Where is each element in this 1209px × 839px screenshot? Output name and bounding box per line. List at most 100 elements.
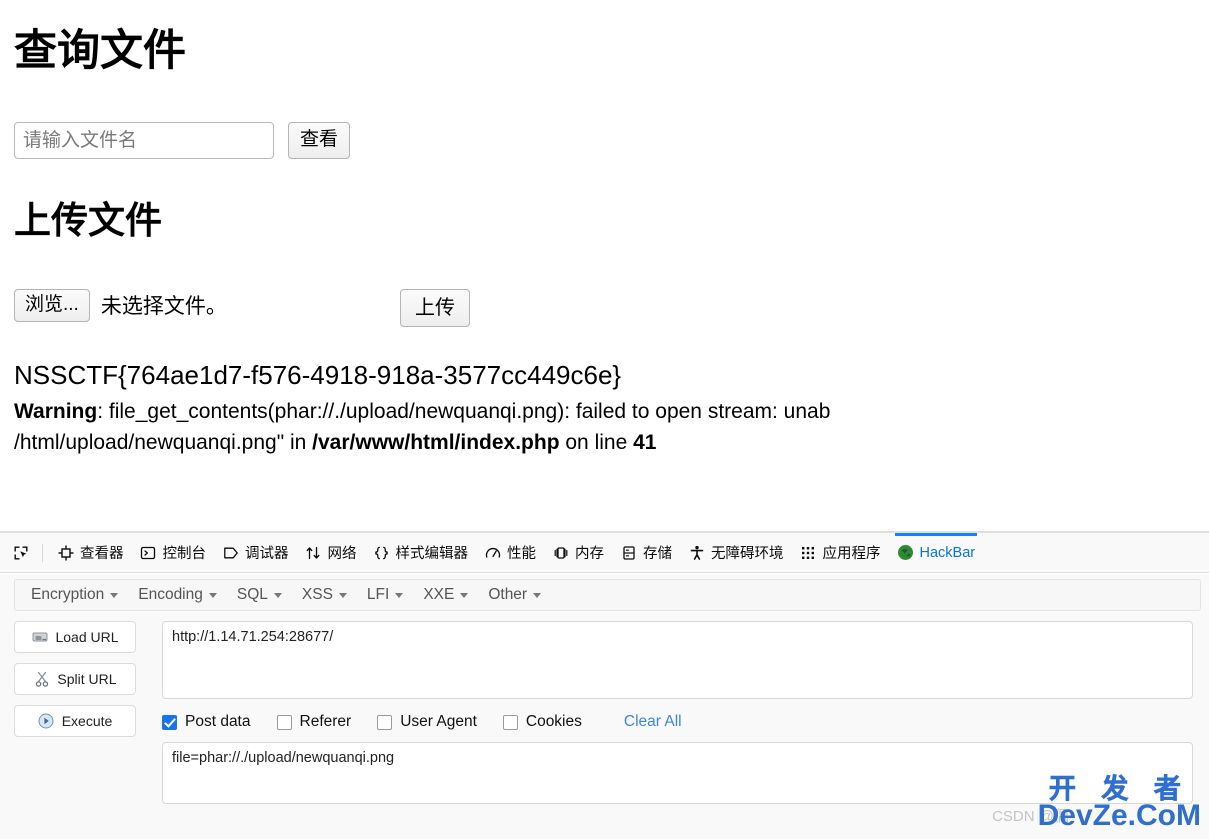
- post-data-checkbox[interactable]: [162, 714, 177, 730]
- warning-line-number: 41: [633, 431, 657, 454]
- option-referer[interactable]: Referer: [276, 713, 352, 731]
- menu-sql[interactable]: SQL: [227, 582, 292, 608]
- cookies-checkbox[interactable]: [502, 714, 518, 730]
- button-label: Split URL: [57, 671, 117, 687]
- option-post-data[interactable]: Post data: [162, 713, 251, 731]
- split-url-icon: [33, 671, 50, 688]
- menu-label: XSS: [301, 586, 333, 603]
- view-button[interactable]: 查看: [288, 122, 351, 159]
- post-data-input[interactable]: [162, 742, 1193, 804]
- tab-label: 内存: [575, 546, 604, 562]
- tab-label: 无障碍环境: [711, 546, 784, 562]
- console-icon: [140, 544, 157, 561]
- menu-label: LFI: [366, 586, 390, 603]
- tab-label: 调试器: [245, 546, 289, 562]
- chevron-down-icon: [460, 592, 469, 598]
- php-warning-message: Warning: file_get_contents(phar://./uplo…: [14, 396, 1209, 458]
- chevron-down-icon: [273, 592, 282, 598]
- tab-label: 存储: [643, 546, 672, 562]
- warning-label: Warning: [14, 400, 98, 423]
- menu-label: XXE: [423, 586, 455, 603]
- hackbar-fields: Post data Referer User Agent Cookies Cle…: [140, 621, 1201, 804]
- hackbar-body: Load URL Split URL Execute http://1.14.7…: [0, 611, 1209, 804]
- menu-label: Other: [488, 586, 528, 603]
- user-agent-checkbox[interactable]: [377, 714, 393, 730]
- option-label: User Agent: [400, 713, 477, 730]
- tab-label: 性能: [507, 546, 536, 562]
- button-label: Load URL: [55, 629, 119, 645]
- tab-label: 应用程序: [822, 546, 881, 562]
- option-user-agent[interactable]: User Agent: [377, 713, 477, 731]
- browse-button[interactable]: 浏览...: [14, 289, 90, 322]
- menu-xxe[interactable]: XXE: [413, 582, 478, 608]
- referer-checkbox[interactable]: [276, 714, 292, 730]
- menu-xss[interactable]: XSS: [292, 582, 357, 608]
- tab-network[interactable]: 网络: [297, 533, 365, 572]
- menu-label: Encryption: [31, 586, 105, 603]
- menu-encryption[interactable]: Encryption: [21, 582, 128, 608]
- page-title-query: 查询文件: [14, 27, 186, 75]
- accessibility-icon: [688, 544, 705, 561]
- clear-all-link[interactable]: Clear All: [624, 713, 682, 731]
- storage-icon: [620, 544, 637, 561]
- inspector-icon: [57, 544, 74, 561]
- option-cookies[interactable]: Cookies: [502, 713, 582, 731]
- hackbar-action-buttons: Load URL Split URL Execute: [14, 621, 140, 804]
- style-editor-icon: [373, 544, 390, 561]
- browser-page-content: 查询文件 查看 上传文件 浏览... 未选择文件。 上传 NSSCTF{764a…: [0, 0, 1209, 531]
- tab-debugger[interactable]: 调试器: [214, 533, 297, 572]
- menu-label: Encoding: [138, 586, 203, 603]
- option-label: Cookies: [525, 713, 582, 730]
- page-title-upload: 上传文件: [14, 200, 162, 241]
- file-upload-control: 浏览... 未选择文件。: [14, 289, 227, 322]
- load-url-button[interactable]: Load URL: [14, 621, 136, 653]
- hackbar-menubar: Encryption Encoding SQL XSS LFI XXE Othe…: [14, 579, 1201, 611]
- element-picker-icon[interactable]: [6, 539, 36, 567]
- tab-memory[interactable]: 内存: [544, 533, 612, 572]
- tab-label: 控制台: [162, 546, 207, 562]
- execute-icon: [38, 713, 55, 730]
- hackbar-options: Post data Referer User Agent Cookies Cle…: [162, 713, 1193, 731]
- button-label: Execute: [61, 713, 113, 729]
- split-url-button[interactable]: Split URL: [14, 663, 136, 695]
- tab-accessibility[interactable]: 无障碍环境: [680, 533, 792, 572]
- tab-storage[interactable]: 存储: [612, 533, 680, 572]
- filename-input[interactable]: [14, 122, 274, 159]
- flag-text: NSSCTF{764ae1d7-f576-4918-918a-3577cc449…: [14, 360, 622, 390]
- file-query-form: 查看: [14, 122, 351, 159]
- execute-button[interactable]: Execute: [14, 705, 136, 737]
- menu-other[interactable]: Other: [478, 582, 551, 608]
- chevron-down-icon: [395, 592, 404, 598]
- network-icon: [305, 544, 322, 561]
- option-label: Referer: [299, 713, 352, 730]
- menu-label: SQL: [236, 586, 268, 603]
- devtools-panel: 查看器 控制台 调试器 网络 样式编辑器 性能 内存 存储 无障碍环境 应用程序…: [0, 531, 1209, 839]
- tab-application[interactable]: 应用程序: [792, 533, 889, 572]
- warning-text-3: on line: [559, 431, 634, 454]
- tab-inspector[interactable]: 查看器: [49, 533, 132, 572]
- tab-style-editor[interactable]: 样式编辑器: [365, 533, 477, 572]
- url-input[interactable]: [162, 621, 1193, 699]
- csdn-watermark: CSDN @偶: [992, 808, 1069, 825]
- devze-watermark-en: DevZe.CoM: [1037, 799, 1201, 832]
- debugger-icon: [222, 544, 239, 561]
- warning-text-1: : file_get_contents(phar://./upload/newq…: [97, 400, 831, 423]
- warning-file-path: /var/www/html/index.php: [312, 431, 560, 454]
- tab-hackbar[interactable]: HackBar: [889, 533, 984, 572]
- performance-icon: [484, 544, 501, 561]
- tab-performance[interactable]: 性能: [476, 533, 544, 572]
- application-icon: [800, 544, 817, 561]
- warning-text-2: /html/upload/newquanqi.png" in: [14, 431, 313, 454]
- devtools-toolbar: 查看器 控制台 调试器 网络 样式编辑器 性能 内存 存储 无障碍环境 应用程序…: [0, 533, 1209, 573]
- tab-label: HackBar: [919, 544, 976, 561]
- menu-encoding[interactable]: Encoding: [128, 582, 227, 608]
- menu-lfi[interactable]: LFI: [357, 582, 413, 608]
- toolbar-separator: [42, 543, 43, 562]
- tab-console[interactable]: 控制台: [132, 533, 215, 572]
- tab-label: 网络: [327, 546, 357, 562]
- option-label: Post data: [185, 713, 251, 730]
- upload-button[interactable]: 上传: [400, 289, 470, 327]
- load-url-icon: [31, 629, 48, 646]
- chevron-down-icon: [110, 592, 119, 598]
- chevron-down-icon: [533, 592, 542, 598]
